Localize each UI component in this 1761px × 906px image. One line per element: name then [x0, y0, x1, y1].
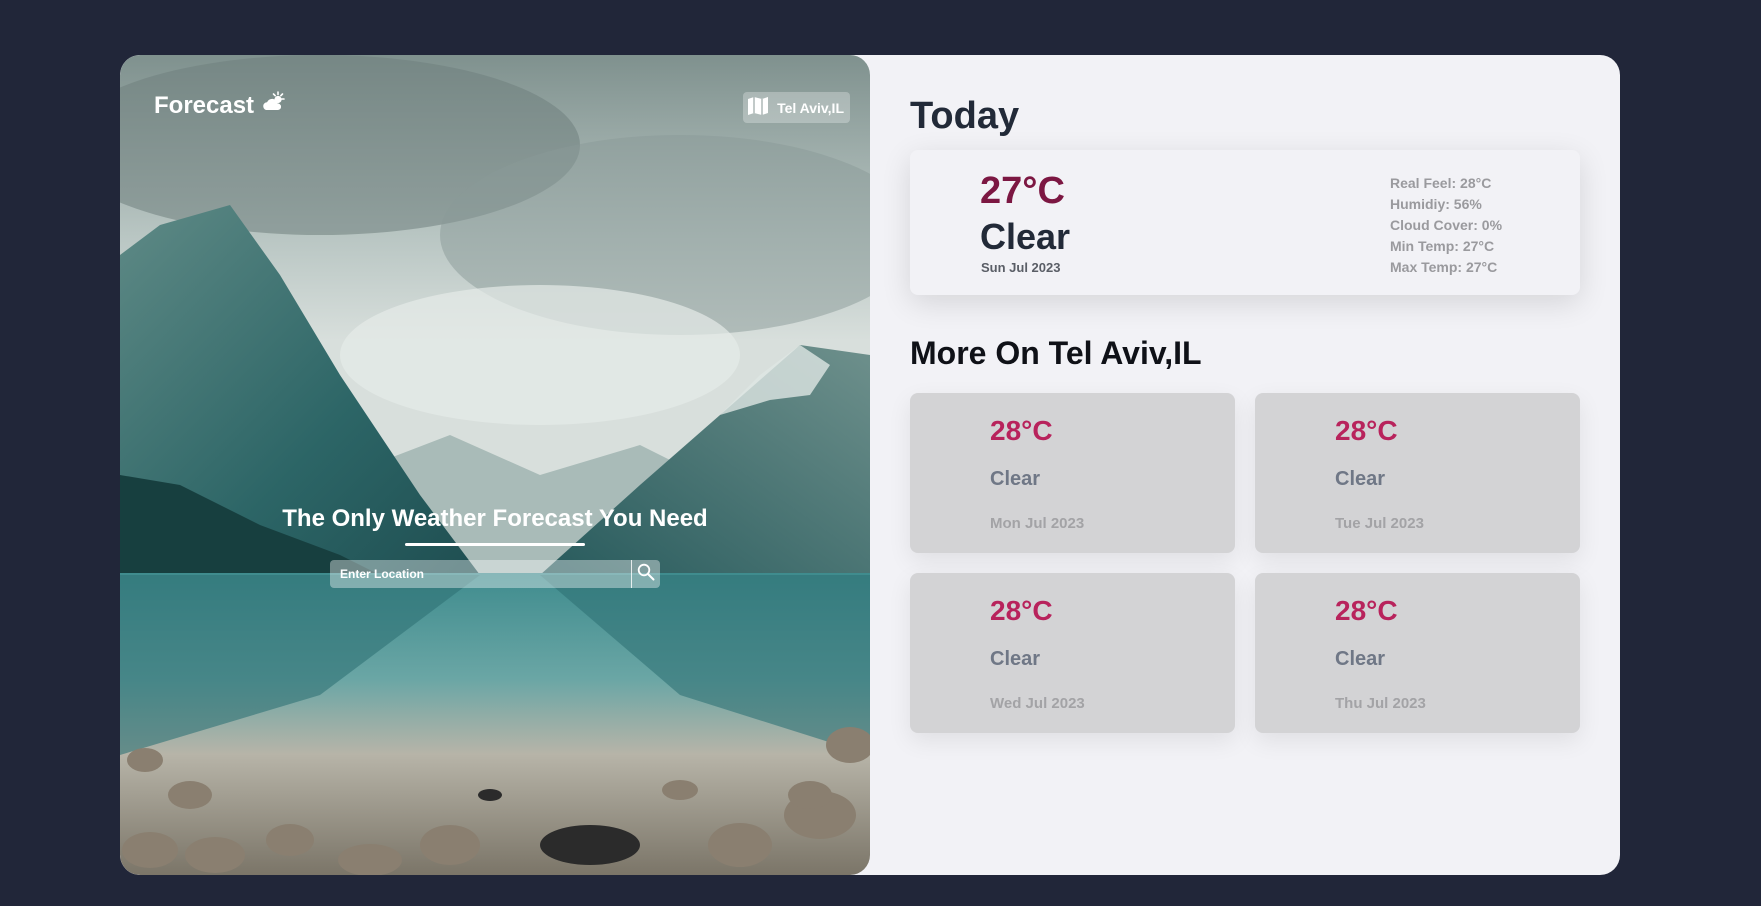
location-badge[interactable]: Tel Aviv,IL: [743, 92, 850, 123]
forecast-condition: Clear: [1335, 468, 1386, 490]
forecast-card: 28°C Clear Tue Jul 2023: [1255, 393, 1580, 553]
hero-background-image: [120, 55, 870, 875]
search-icon: [637, 563, 655, 586]
more-heading: More On Tel Aviv,IL: [910, 335, 1202, 371]
forecast-temperature: 28°C: [1335, 415, 1398, 446]
cloud-sun-icon: [262, 91, 286, 120]
tagline-underline: [405, 543, 585, 546]
location-search-input[interactable]: Enter Location: [330, 560, 632, 588]
forecast-date: Mon Jul 2023: [990, 515, 1085, 532]
today-heading: Today: [910, 95, 1020, 137]
detail-min-temp: Min Temp: 27°C: [1390, 238, 1495, 254]
today-temperature: 27°C: [980, 170, 1065, 212]
today-condition: Clear: [980, 216, 1071, 257]
forecast-card: 28°C Clear Thu Jul 2023: [1255, 573, 1580, 733]
forecast-condition: Clear: [1335, 648, 1386, 670]
location-search: Enter Location: [330, 560, 660, 588]
forecast-date: Thu Jul 2023: [1335, 695, 1426, 712]
location-label: Tel Aviv,IL: [777, 99, 844, 116]
today-card: 27°C Clear Sun Jul 2023 Real Feel: 28°C …: [910, 150, 1580, 295]
forecast-temperature: 28°C: [1335, 595, 1398, 626]
hero-panel: Forecast Tel Aviv,IL The Only Weather Fo…: [120, 55, 870, 875]
brand-title: Forecast: [154, 91, 255, 119]
detail-humidity: Humidiy: 56%: [1390, 196, 1482, 212]
today-details: Real Feel: 28°C Humidiy: 56% Cloud Cover…: [1390, 173, 1502, 278]
today-date: Sun Jul 2023: [981, 260, 1061, 275]
detail-cloud-cover: Cloud Cover: 0%: [1390, 217, 1503, 233]
forecast-date: Wed Jul 2023: [990, 695, 1085, 712]
forecast-condition: Clear: [990, 468, 1041, 490]
weather-panel: Today 27°C Clear Sun Jul 2023 Real Feel:…: [870, 55, 1620, 875]
detail-real-feel: Real Feel: 28°C: [1390, 175, 1492, 191]
search-button[interactable]: [632, 560, 660, 588]
forecast-card: 28°C Clear Mon Jul 2023: [910, 393, 1235, 553]
app-container: Forecast Tel Aviv,IL The Only Weather Fo…: [120, 55, 1620, 875]
brand-logo[interactable]: Forecast: [154, 91, 286, 120]
forecast-date: Tue Jul 2023: [1335, 515, 1424, 532]
forecast-card: 28°C Clear Wed Jul 2023: [910, 573, 1235, 733]
forecast-temperature: 28°C: [990, 595, 1053, 626]
forecast-temperature: 28°C: [990, 415, 1053, 446]
hero-tagline: The Only Weather Forecast You Need: [282, 505, 708, 532]
forecast-condition: Clear: [990, 648, 1041, 670]
detail-max-temp: Max Temp: 27°C: [1390, 259, 1498, 275]
map-icon: [747, 96, 769, 119]
